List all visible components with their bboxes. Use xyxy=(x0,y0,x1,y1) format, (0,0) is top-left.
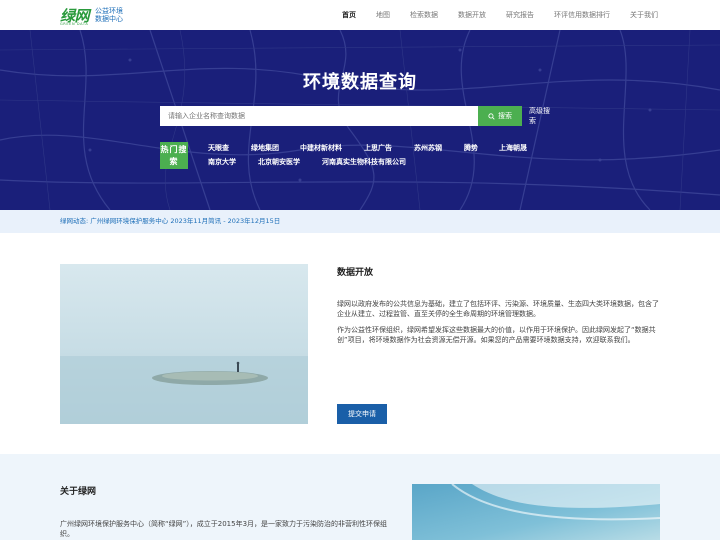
hero-title: 环境数据查询 xyxy=(303,72,417,93)
nav-item-reports[interactable]: 研究报告 xyxy=(506,0,534,30)
advanced-search-link[interactable]: 高级搜索 xyxy=(529,106,551,126)
logo-subtitle: GREEN DATA xyxy=(60,21,89,26)
about-paragraph-1: 广州绿网环境保护服务中心（简称“绿网”），成立于2015年3月，是一家致力于污染… xyxy=(60,520,388,538)
search-button[interactable]: 搜索 xyxy=(478,106,522,126)
hero-banner: 环境数据查询 搜索 高级搜索 热门搜索 天眼查 绿地集团 中建材新材料 上思广告… xyxy=(0,30,720,210)
hot-tag[interactable]: 苏州苏钢 xyxy=(414,143,442,153)
search-button-label: 搜索 xyxy=(498,112,512,120)
search-icon xyxy=(488,112,495,120)
nav-item-map[interactable]: 地图 xyxy=(376,0,390,30)
hot-tag[interactable]: 绿地集团 xyxy=(251,143,279,153)
hot-tag[interactable]: 北京朝安医学 xyxy=(258,157,300,167)
nav-item-about[interactable]: 关于我们 xyxy=(630,0,658,30)
submit-application-button[interactable]: 提交申请 xyxy=(337,404,387,424)
nav-item-open-data[interactable]: 数据开放 xyxy=(458,0,486,30)
news-prefix: 绿网动态: xyxy=(60,217,89,225)
site-logo[interactable]: 绿网 GREEN DATA 公益环境 数据中心 xyxy=(60,4,123,26)
page: 绿网 GREEN DATA 公益环境 数据中心 首页 地图 检索数据 数据开放 … xyxy=(0,0,720,540)
search-input[interactable] xyxy=(160,106,478,126)
nav-item-search-data[interactable]: 检索数据 xyxy=(410,0,438,30)
hot-tag[interactable]: 上海朝晟 xyxy=(499,143,527,153)
hot-tag[interactable]: 上思广告 xyxy=(364,143,392,153)
hot-tag[interactable]: 腾势 xyxy=(464,143,478,153)
news-bar: 绿网动态: 广州绿网环境保护服务中心 2023年11月简讯 - 2023年12月… xyxy=(0,210,720,233)
logo-text: 公益环境 数据中心 xyxy=(95,7,123,23)
news-headline[interactable]: 广州绿网环境保护服务中心 2023年11月简讯 - 2023年12月15日 xyxy=(90,217,280,225)
lake-photo xyxy=(60,264,308,424)
logo-text-line-2: 数据中心 xyxy=(95,15,124,23)
hot-search-label: 热门搜索 xyxy=(160,142,188,169)
top-header: 绿网 GREEN DATA 公益环境 数据中心 首页 地图 检索数据 数据开放 … xyxy=(0,0,720,30)
sea-photo xyxy=(412,484,660,540)
open-data-paragraph-1: 绿网以政府发布的公共信息为基础，建立了包括环评、污染源、环境质量、生态四大类环境… xyxy=(337,300,659,318)
nav-item-home[interactable]: 首页 xyxy=(342,0,356,30)
nav-item-ranking[interactable]: 环评信用数据排行 xyxy=(554,0,610,30)
open-data-paragraph-2: 作为公益性环保组织，绿网希望发挥这些数据最大的价值，以作用于环境保护。因此绿网发… xyxy=(337,326,656,344)
main-nav: 首页 地图 检索数据 数据开放 研究报告 环评信用数据排行 关于我们 xyxy=(322,0,658,30)
hot-tag[interactable]: 天眼查 xyxy=(208,143,229,153)
hot-tag[interactable]: 中建材新材料 xyxy=(300,143,342,153)
hot-tag[interactable]: 南京大学 xyxy=(208,157,236,167)
open-data-title: 数据开放 xyxy=(337,268,374,278)
about-title: 关于绿网 xyxy=(60,487,97,497)
hot-tag[interactable]: 河南真实生物科技有限公司 xyxy=(322,157,406,167)
news-ticker[interactable]: 绿网动态: 广州绿网环境保护服务中心 2023年11月简讯 - 2023年12月… xyxy=(60,210,280,233)
logo-text-line-1: 公益环境 xyxy=(95,7,124,15)
